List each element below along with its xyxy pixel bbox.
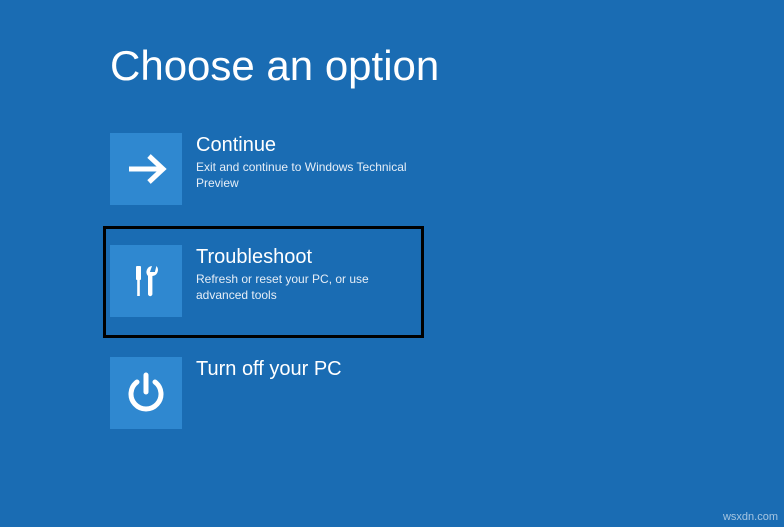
- option-troubleshoot[interactable]: Troubleshoot Refresh or reset your PC, o…: [110, 237, 420, 325]
- option-troubleshoot-title: Troubleshoot: [196, 245, 420, 269]
- option-turnoff-tile: [110, 357, 182, 429]
- watermark: wsxdn.com: [723, 511, 778, 523]
- tools-icon: [125, 260, 167, 302]
- page-title: Choose an option: [110, 42, 439, 90]
- power-icon: [123, 370, 169, 416]
- option-troubleshoot-desc: Refresh or reset your PC, or use advance…: [196, 271, 420, 303]
- options-list: Continue Exit and continue to Windows Te…: [110, 125, 420, 437]
- option-continue-desc: Exit and continue to Windows Technical P…: [196, 159, 420, 191]
- option-turnoff-text: Turn off your PC: [182, 357, 342, 383]
- option-troubleshoot-text: Troubleshoot Refresh or reset your PC, o…: [182, 245, 420, 303]
- option-troubleshoot-tile: [110, 245, 182, 317]
- option-continue-tile: [110, 133, 182, 205]
- arrow-right-icon: [123, 146, 169, 192]
- option-turnoff-title: Turn off your PC: [196, 357, 342, 381]
- option-continue[interactable]: Continue Exit and continue to Windows Te…: [110, 125, 420, 213]
- option-continue-title: Continue: [196, 133, 420, 157]
- option-turnoff[interactable]: Turn off your PC: [110, 349, 420, 437]
- option-continue-text: Continue Exit and continue to Windows Te…: [182, 133, 420, 191]
